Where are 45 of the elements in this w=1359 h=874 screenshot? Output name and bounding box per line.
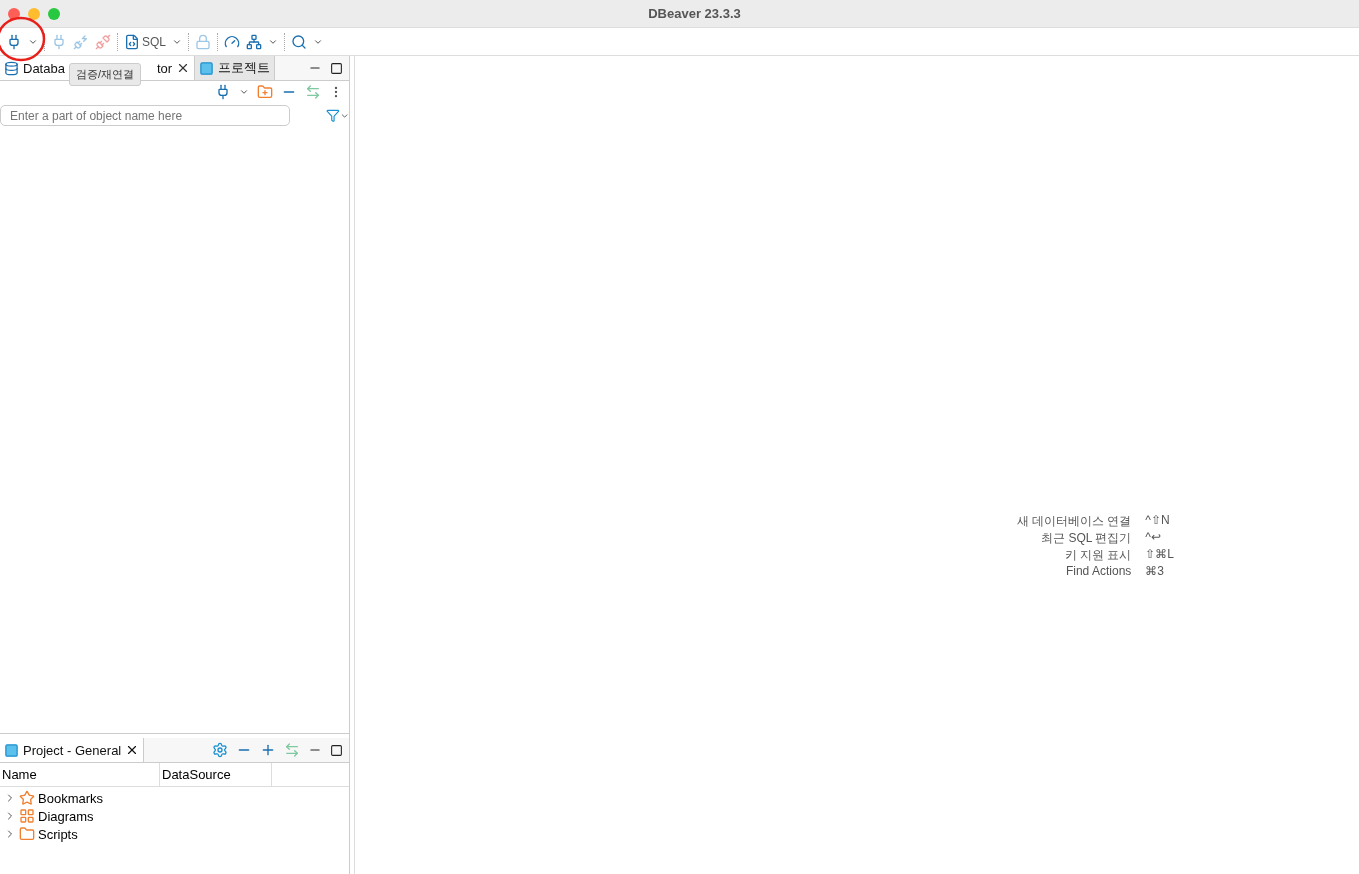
hint-label: 최근 SQL 편집기 [1040,529,1132,547]
window-icon [199,60,215,76]
search-field[interactable]: Enter a part of object name here [0,105,290,126]
shortcut-label: ^⇧N [1145,512,1171,529]
disconnect-icon[interactable] [95,33,111,50]
database-icon [4,60,19,76]
projects-tab[interactable]: 프로젝트 [195,56,276,80]
close-button[interactable] [8,7,20,20]
zoom-button[interactable] [48,7,60,20]
sql-button[interactable]: SQL [124,33,166,50]
shortcut-label: ⇧⌘L [1145,546,1174,563]
tree-item[interactable]: Scripts [38,826,78,842]
search-icon[interactable] [291,33,307,50]
project-tab[interactable]: Project - General [0,738,145,762]
window-icon [4,742,19,758]
settings-icon[interactable] [212,742,228,758]
maximize-icon[interactable] [330,743,343,757]
window-title: DBeaver 23.3.3 [647,6,742,21]
hint-label: Find Actions [1064,563,1132,578]
column-header[interactable]: DataSource [160,763,272,786]
shortcut-label: ⌘3 [1145,563,1165,578]
star-icon [19,790,35,806]
network-icon[interactable] [246,33,262,50]
folder-plus-icon[interactable] [257,84,273,100]
grid-icon [19,808,35,824]
minimize-button[interactable] [28,7,40,20]
file-code-icon [124,33,140,50]
column-header[interactable]: Name [0,763,160,786]
maximize-icon[interactable] [330,61,343,75]
folder-icon [19,826,35,842]
tab-label[interactable]: Databa [23,60,65,76]
lock-icon[interactable] [195,33,211,50]
tooltip: 검증/재연결 [69,63,142,86]
shortcut-label: ^↩ [1145,529,1162,546]
tab-label[interactable]: tor [156,60,173,76]
plus-icon[interactable] [260,742,276,758]
hint-label: 키 지원 표시 [1063,546,1132,564]
hint-label: 새 데이터베이스 연결 [1016,512,1132,530]
tree-item[interactable]: Bookmarks [38,790,104,806]
filter-icon[interactable] [325,108,340,123]
tree-item[interactable]: Diagrams [38,808,94,824]
circle-annotation [0,16,46,62]
plug-icon[interactable] [51,33,67,50]
caret-icon[interactable] [239,87,249,97]
gauge-icon[interactable] [224,33,240,50]
